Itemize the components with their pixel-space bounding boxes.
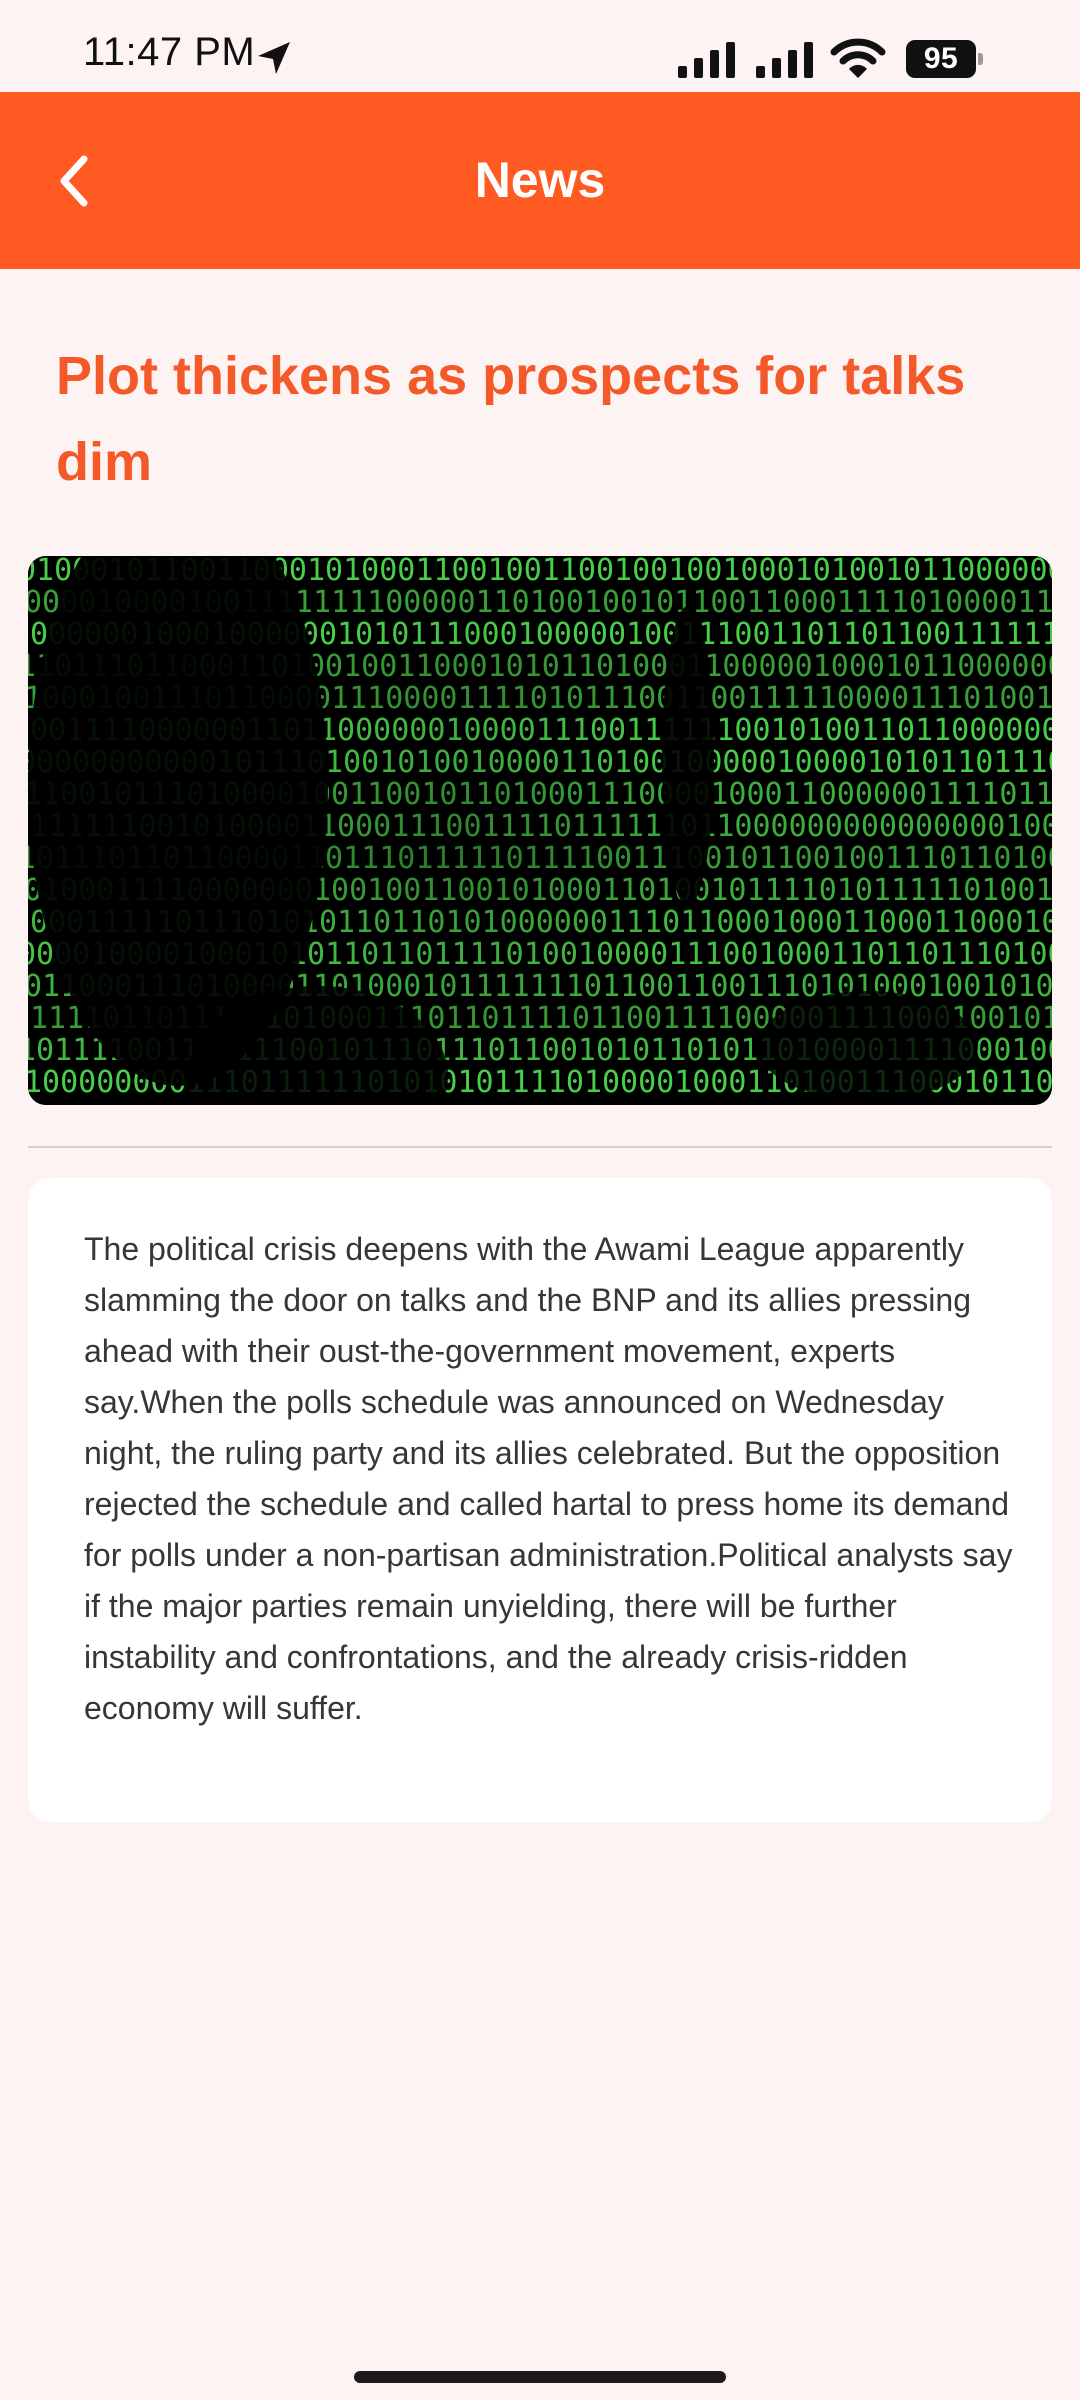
article-title: Plot thickens as prospects for talks dim xyxy=(56,346,966,492)
app-header: News xyxy=(0,92,1080,269)
battery-level: 95 xyxy=(923,42,959,75)
location-arrow-icon xyxy=(258,42,290,74)
article-body-card: The political crisis deepens with the Aw… xyxy=(28,1178,1052,1822)
page-title: News xyxy=(474,152,606,208)
battery-tip xyxy=(978,53,983,65)
home-indicator[interactable] xyxy=(354,2371,726,2383)
battery-icon: 95 xyxy=(906,40,976,78)
divider xyxy=(28,1146,1052,1148)
chevron-left-icon xyxy=(60,155,88,207)
binary-code-image: 0100010110011000101000110010011001001001… xyxy=(28,556,1052,1105)
signal-icon xyxy=(756,42,813,78)
signal-icon xyxy=(678,42,735,78)
status-bar: 11:47 PM 95 xyxy=(0,0,1080,92)
article-image: 0100010110011000101000110010011001001001… xyxy=(28,556,1052,1105)
article-body: The political crisis deepens with the Aw… xyxy=(84,1231,1013,1726)
wifi-icon xyxy=(830,38,886,78)
back-button[interactable] xyxy=(30,136,120,226)
status-time: 11:47 PM xyxy=(83,30,256,74)
